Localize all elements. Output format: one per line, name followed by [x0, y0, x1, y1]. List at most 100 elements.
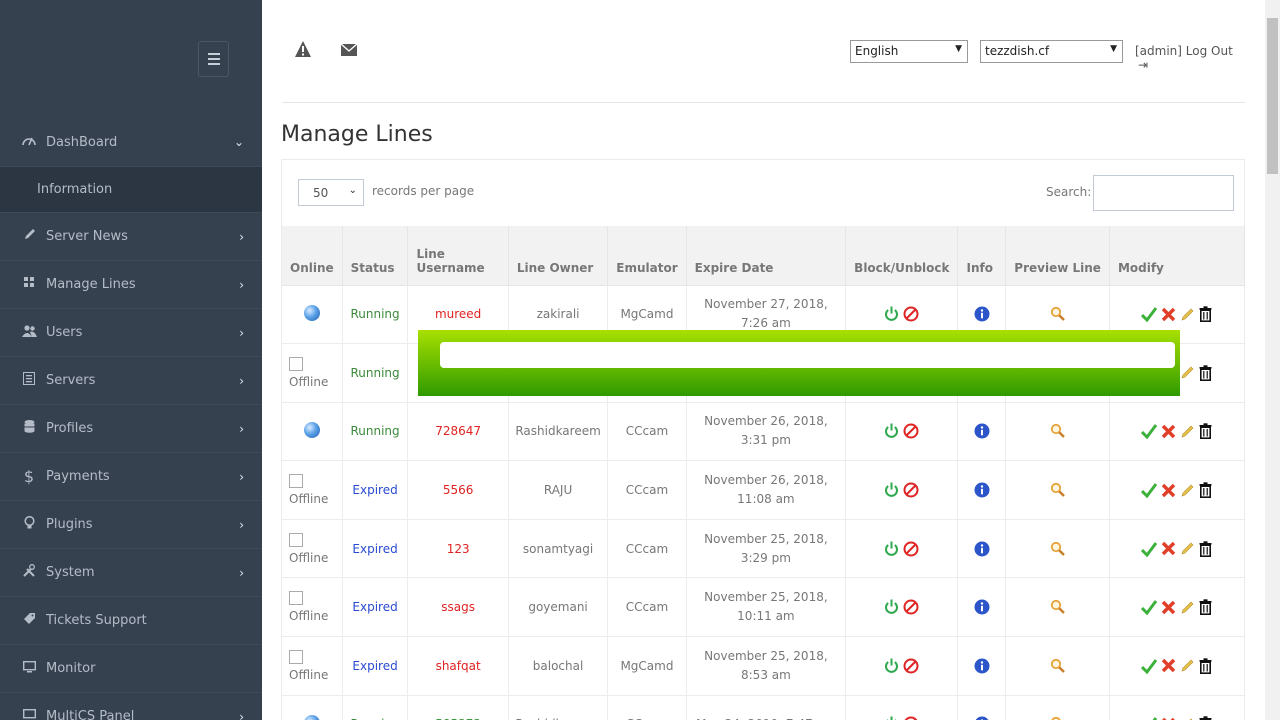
- block-icon[interactable]: [901, 423, 921, 439]
- emulator-cell: MgCamd: [607, 636, 687, 696]
- chevron-down-icon: ⌄: [348, 185, 357, 196]
- edit-pencil-icon[interactable]: [1178, 483, 1197, 497]
- menu-toggle-button[interactable]: [198, 41, 229, 77]
- search-input[interactable]: [1093, 175, 1234, 211]
- online-cell: [282, 695, 343, 720]
- magnifier-icon[interactable]: [1048, 424, 1068, 439]
- power-icon[interactable]: [882, 599, 901, 615]
- approve-check-icon[interactable]: [1139, 483, 1159, 499]
- trash-icon[interactable]: [1197, 599, 1214, 616]
- username-cell: ssags: [407, 577, 509, 638]
- sidebar-item-monitor[interactable]: Monitor: [0, 644, 262, 692]
- edit-pencil-icon[interactable]: [1178, 424, 1197, 438]
- edit-pencil-icon[interactable]: [1178, 541, 1197, 555]
- power-icon[interactable]: [882, 423, 901, 439]
- power-icon[interactable]: [882, 482, 901, 497]
- column-header-emulator[interactable]: Emulator: [607, 226, 687, 286]
- reject-x-icon[interactable]: [1159, 483, 1178, 497]
- server-select[interactable]: tezzdish.cf ▼: [980, 40, 1123, 63]
- row-checkbox[interactable]: [289, 532, 303, 547]
- magnifier-icon[interactable]: [1048, 600, 1068, 615]
- info-icon[interactable]: [972, 541, 992, 557]
- block-icon[interactable]: [901, 482, 921, 498]
- sidebar-item-payments[interactable]: $ Payments ›: [0, 452, 262, 500]
- edit-pencil-icon[interactable]: [1178, 365, 1197, 379]
- block-icon[interactable]: [901, 541, 921, 557]
- language-select[interactable]: English ▼: [850, 40, 968, 63]
- trash-icon[interactable]: [1197, 306, 1214, 323]
- column-header-status[interactable]: Status: [342, 226, 409, 286]
- column-header-online[interactable]: Online: [282, 226, 343, 286]
- status-cell: Running: [342, 343, 409, 403]
- reject-x-icon[interactable]: [1159, 307, 1178, 322]
- sidebar-item-dashboard[interactable]: DashBoard ⌄: [0, 118, 262, 166]
- info-cell: [957, 402, 1007, 462]
- block-icon[interactable]: [901, 306, 921, 322]
- row-checkbox[interactable]: [289, 649, 303, 664]
- row-checkbox[interactable]: [289, 356, 303, 371]
- block-icon[interactable]: [901, 658, 921, 674]
- trash-icon[interactable]: [1197, 658, 1214, 674]
- records-per-page-label: records per page: [372, 184, 475, 198]
- warning-icon[interactable]: [294, 40, 312, 58]
- info-icon[interactable]: [972, 423, 992, 439]
- offline-label: Offline: [289, 609, 329, 624]
- dropdown-arrow-icon: ▼: [1110, 44, 1117, 54]
- info-icon[interactable]: [972, 599, 992, 615]
- expire-date-cell: May 24, 2019, 7:47 am: [686, 695, 847, 720]
- column-header-info[interactable]: Info: [957, 226, 1007, 286]
- page-length-select[interactable]: 50 ⌄: [298, 179, 364, 206]
- magnifier-icon[interactable]: [1048, 658, 1068, 673]
- reject-x-icon[interactable]: [1159, 424, 1178, 439]
- edit-pencil-icon[interactable]: [1178, 600, 1197, 614]
- sidebar-item-plugins[interactable]: Plugins ›: [0, 500, 262, 548]
- trash-icon[interactable]: [1197, 482, 1214, 499]
- row-checkbox[interactable]: [289, 474, 303, 489]
- sidebar-item-profiles[interactable]: Profiles ›: [0, 404, 262, 452]
- approve-check-icon[interactable]: [1139, 541, 1159, 557]
- power-icon[interactable]: [882, 306, 901, 322]
- info-icon[interactable]: [972, 306, 992, 322]
- reject-x-icon[interactable]: [1159, 541, 1178, 556]
- approve-check-icon[interactable]: [1139, 658, 1159, 674]
- column-header-block-unblock[interactable]: Block/Unblock: [845, 226, 959, 286]
- magnifier-icon[interactable]: [1048, 482, 1068, 497]
- sidebar-item-servers[interactable]: Servers ›: [0, 356, 262, 404]
- approve-check-icon[interactable]: [1139, 600, 1159, 616]
- power-icon[interactable]: [882, 658, 901, 673]
- column-header-modify[interactable]: Modify: [1109, 226, 1246, 286]
- sidebar-item-system[interactable]: System ›: [0, 548, 262, 596]
- edit-pencil-icon[interactable]: [1178, 658, 1197, 672]
- magnifier-icon[interactable]: [1048, 307, 1068, 322]
- sidebar-item-server-news[interactable]: Server News ›: [0, 212, 262, 260]
- info-icon[interactable]: [972, 658, 992, 674]
- info-icon[interactable]: [972, 482, 992, 498]
- column-header-preview-line[interactable]: Preview Line: [1005, 226, 1110, 286]
- magnifier-icon[interactable]: [1048, 541, 1068, 556]
- sidebar-item-multics-panel[interactable]: MultiCS Panel ›: [0, 692, 262, 720]
- trash-icon[interactable]: [1197, 540, 1214, 557]
- trash-icon[interactable]: [1197, 423, 1214, 440]
- logout-link[interactable]: [admin] Log Out ⇥: [1135, 44, 1245, 72]
- scrollbar-thumb[interactable]: [1267, 18, 1278, 174]
- sidebar-item-users[interactable]: Users ›: [0, 308, 262, 356]
- column-header-line-username[interactable]: Line Username: [407, 226, 509, 286]
- column-header-expire-date[interactable]: Expire Date: [686, 226, 847, 286]
- chevron-right-icon: ›: [239, 277, 244, 292]
- trash-icon[interactable]: [1197, 365, 1214, 381]
- approve-check-icon[interactable]: [1139, 307, 1159, 323]
- block-icon[interactable]: [901, 599, 921, 615]
- sidebar-item-tickets-support[interactable]: Tickets Support: [0, 596, 262, 644]
- edit-pencil-icon[interactable]: [1178, 307, 1197, 321]
- power-icon[interactable]: [882, 541, 901, 556]
- row-checkbox[interactable]: [289, 591, 303, 606]
- sidebar-item-manage-lines[interactable]: Manage Lines ›: [0, 260, 262, 308]
- approve-check-icon[interactable]: [1139, 424, 1159, 440]
- mail-icon[interactable]: [341, 44, 357, 56]
- sidebar-item-information[interactable]: Information: [0, 166, 262, 212]
- reject-x-icon[interactable]: [1159, 600, 1178, 615]
- reject-x-icon[interactable]: [1159, 658, 1178, 673]
- column-header-line-owner[interactable]: Line Owner: [508, 226, 609, 286]
- page-scrollbar[interactable]: [1265, 0, 1280, 720]
- username-cell: 5566: [407, 460, 509, 520]
